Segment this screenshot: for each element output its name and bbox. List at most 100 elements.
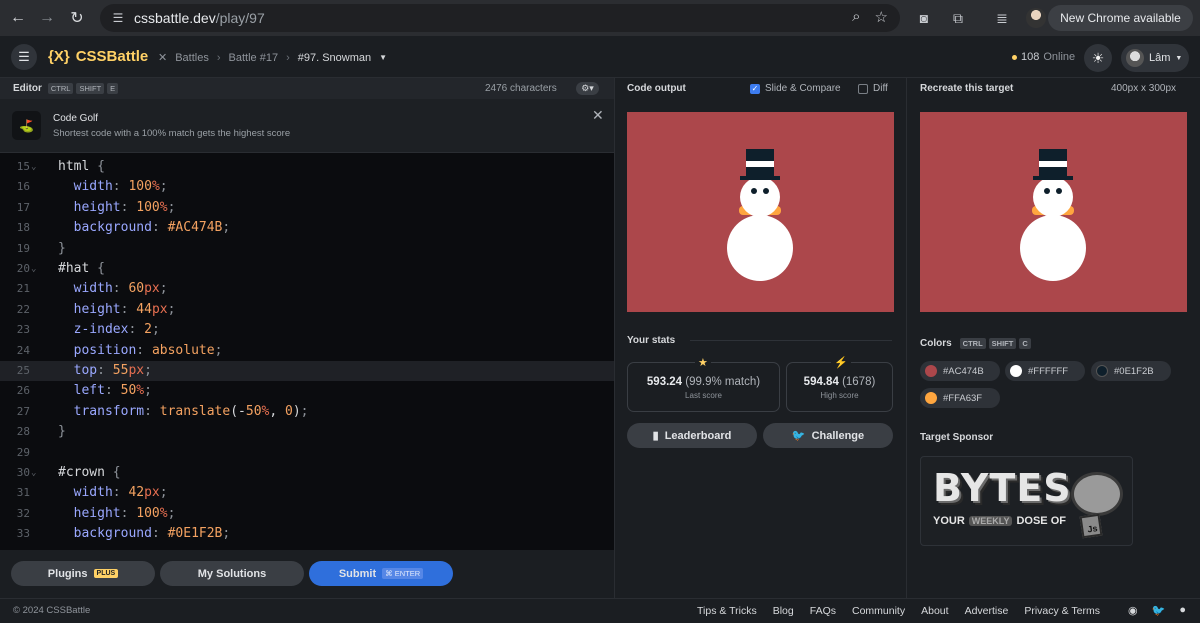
my-solutions-button[interactable]: My Solutions: [160, 561, 304, 586]
github-icon[interactable]: ●: [1179, 604, 1186, 617]
fold-chevron-icon[interactable]: ⌄: [31, 463, 36, 483]
footer-link-community[interactable]: Community: [852, 605, 905, 617]
code-output-canvas[interactable]: [627, 112, 894, 312]
shortcut-key: SHIFT: [988, 338, 1017, 349]
diff-toggle[interactable]: Diff: [858, 78, 888, 99]
code-editor[interactable]: 15 ⌄ html {16 width: 100%; 17 height: 100%;…: [0, 153, 614, 550]
footer-link-faqs[interactable]: FAQs: [810, 605, 836, 617]
color-chip[interactable]: #0E1F2B: [1091, 361, 1171, 381]
reload-icon[interactable]: ↻: [63, 4, 91, 32]
chevron-right-icon: ›: [216, 51, 221, 64]
color-swatch: [925, 392, 937, 404]
line-number: 21: [16, 282, 30, 296]
back-icon[interactable]: ←: [4, 4, 32, 32]
code-line[interactable]: 26 left: 50%;: [0, 381, 614, 401]
camera-icon[interactable]: ◙: [912, 6, 936, 30]
fold-chevron-icon[interactable]: ⌄: [31, 157, 36, 177]
submit-button[interactable]: Submit ⌘ ENTER: [309, 561, 453, 586]
code-line[interactable]: 18 background: #AC474B;: [0, 218, 614, 238]
footer-link-about[interactable]: About: [921, 605, 948, 617]
snowman-eye: [763, 188, 769, 194]
line-number: 24: [16, 343, 30, 357]
zoom-icon[interactable]: ⌕: [852, 8, 860, 26]
plugins-button[interactable]: Plugins PLUS: [11, 561, 155, 586]
shortcut-key: CTRL: [959, 338, 986, 349]
color-chip[interactable]: #FFFFFF: [1005, 361, 1085, 381]
breadcrumb-battles[interactable]: Battles: [175, 52, 209, 64]
code-text: }: [58, 424, 66, 440]
checkbox-checked-icon[interactable]: ✓: [750, 83, 760, 94]
code-text: transform: translate(-50%, 0);: [73, 403, 309, 419]
lips-icon: [1071, 472, 1123, 516]
line-number: 20: [16, 262, 30, 275]
code-line[interactable]: 22 height: 44px;: [0, 300, 614, 320]
line-number: 31: [16, 486, 30, 500]
footer-link-blog[interactable]: Blog: [773, 605, 794, 617]
new-chrome-button[interactable]: New Chrome available: [1048, 5, 1193, 31]
code-line[interactable]: 33 background: #0E1F2B;: [0, 524, 614, 544]
snowman-head: [1033, 177, 1073, 217]
leaderboard-button[interactable]: ▮ Leaderboard: [627, 423, 757, 448]
code-line[interactable]: 15 ⌄ html {: [0, 157, 614, 177]
site-settings-icon[interactable]: ☰: [110, 10, 126, 26]
discord-icon[interactable]: ◉: [1128, 604, 1138, 617]
target-size: 400px x 300px: [1111, 83, 1177, 94]
code-line[interactable]: 17 height: 100%;: [0, 198, 614, 218]
profile-avatar[interactable]: [1024, 6, 1048, 30]
code-text: }: [58, 240, 66, 256]
logo[interactable]: {X} CSSBattle: [48, 48, 148, 65]
page-footer: © 2024 CSSBattle Tips & Tricks Blog FAQs…: [0, 598, 1200, 623]
code-line[interactable]: 16 width: 100%;: [0, 177, 614, 197]
avatar: [1126, 49, 1144, 67]
twitter-icon[interactable]: 🐦: [1152, 604, 1166, 617]
user-name: Lâm: [1149, 52, 1171, 64]
color-chip[interactable]: #FFA63F: [920, 388, 1000, 408]
code-text: #hat {: [58, 261, 105, 276]
code-line[interactable]: 32 height: 100%;: [0, 504, 614, 524]
code-line[interactable]: 30 ⌄ #crown {: [0, 463, 614, 483]
media-control-icon[interactable]: ≣: [990, 6, 1014, 30]
code-line[interactable]: 31 width: 42px;: [0, 483, 614, 503]
code-text: left: 50%;: [73, 383, 152, 399]
line-number: 33: [16, 527, 30, 541]
fold-chevron-icon[interactable]: ⌄: [31, 259, 36, 279]
gear-icon[interactable]: ⚙▾: [576, 82, 599, 95]
breadcrumb-target[interactable]: #97. Snowman: [298, 52, 371, 64]
user-menu[interactable]: Lâm ▼: [1121, 44, 1189, 72]
code-line[interactable]: 27 transform: translate(-50%, 0);: [0, 402, 614, 422]
code-line[interactable]: 23 z-index: 2;: [0, 320, 614, 340]
code-line[interactable]: 25 top: 55px;: [0, 361, 614, 382]
forward-icon[interactable]: →: [33, 4, 61, 32]
divider: [614, 78, 615, 598]
breadcrumb-battle[interactable]: Battle #17: [229, 52, 279, 64]
code-line[interactable]: 29: [0, 443, 614, 463]
code-line[interactable]: 21 width: 60px;: [0, 279, 614, 299]
footer-link-privacy[interactable]: Privacy & Terms: [1024, 605, 1100, 617]
close-icon[interactable]: ✕: [592, 107, 604, 124]
shortcut-key: CTRL: [47, 83, 74, 94]
chevron-down-icon[interactable]: ▼: [379, 53, 387, 62]
target-canvas[interactable]: [920, 112, 1187, 312]
theme-toggle-button[interactable]: ☀: [1084, 44, 1112, 72]
snowman-body: [1020, 215, 1086, 281]
line-number: 25: [16, 364, 30, 377]
code-line[interactable]: 20 ⌄ #hat {: [0, 259, 614, 279]
checkbox-icon[interactable]: [858, 83, 868, 94]
code-line[interactable]: 28}: [0, 422, 614, 442]
address-bar[interactable]: ☰ cssbattle.dev/play/97 ⌕ ☆: [100, 4, 900, 32]
extensions-icon[interactable]: ⧉: [946, 6, 970, 30]
code-line[interactable]: 24 position: absolute;: [0, 341, 614, 361]
footer-link-advertise[interactable]: Advertise: [965, 605, 1009, 617]
sponsor-logo-text: BYTES: [933, 466, 1072, 510]
challenge-button[interactable]: 🐦 Challenge: [763, 423, 893, 448]
color-chip[interactable]: #AC474B: [920, 361, 1000, 381]
hamburger-menu-icon[interactable]: ☰: [11, 44, 37, 70]
lightning-icon: ⚡: [831, 356, 851, 369]
slide-compare-toggle[interactable]: ✓ Slide & Compare: [750, 78, 841, 99]
sponsor-banner[interactable]: BYTES YOUR WEEKLY DOSE OF Js: [920, 456, 1133, 546]
bookmark-star-icon[interactable]: ☆: [875, 8, 888, 26]
line-number: 17: [16, 200, 30, 214]
footer-link-tips[interactable]: Tips & Tricks: [697, 605, 757, 617]
code-line[interactable]: 19}: [0, 239, 614, 259]
target-title: Recreate this target: [920, 83, 1014, 94]
